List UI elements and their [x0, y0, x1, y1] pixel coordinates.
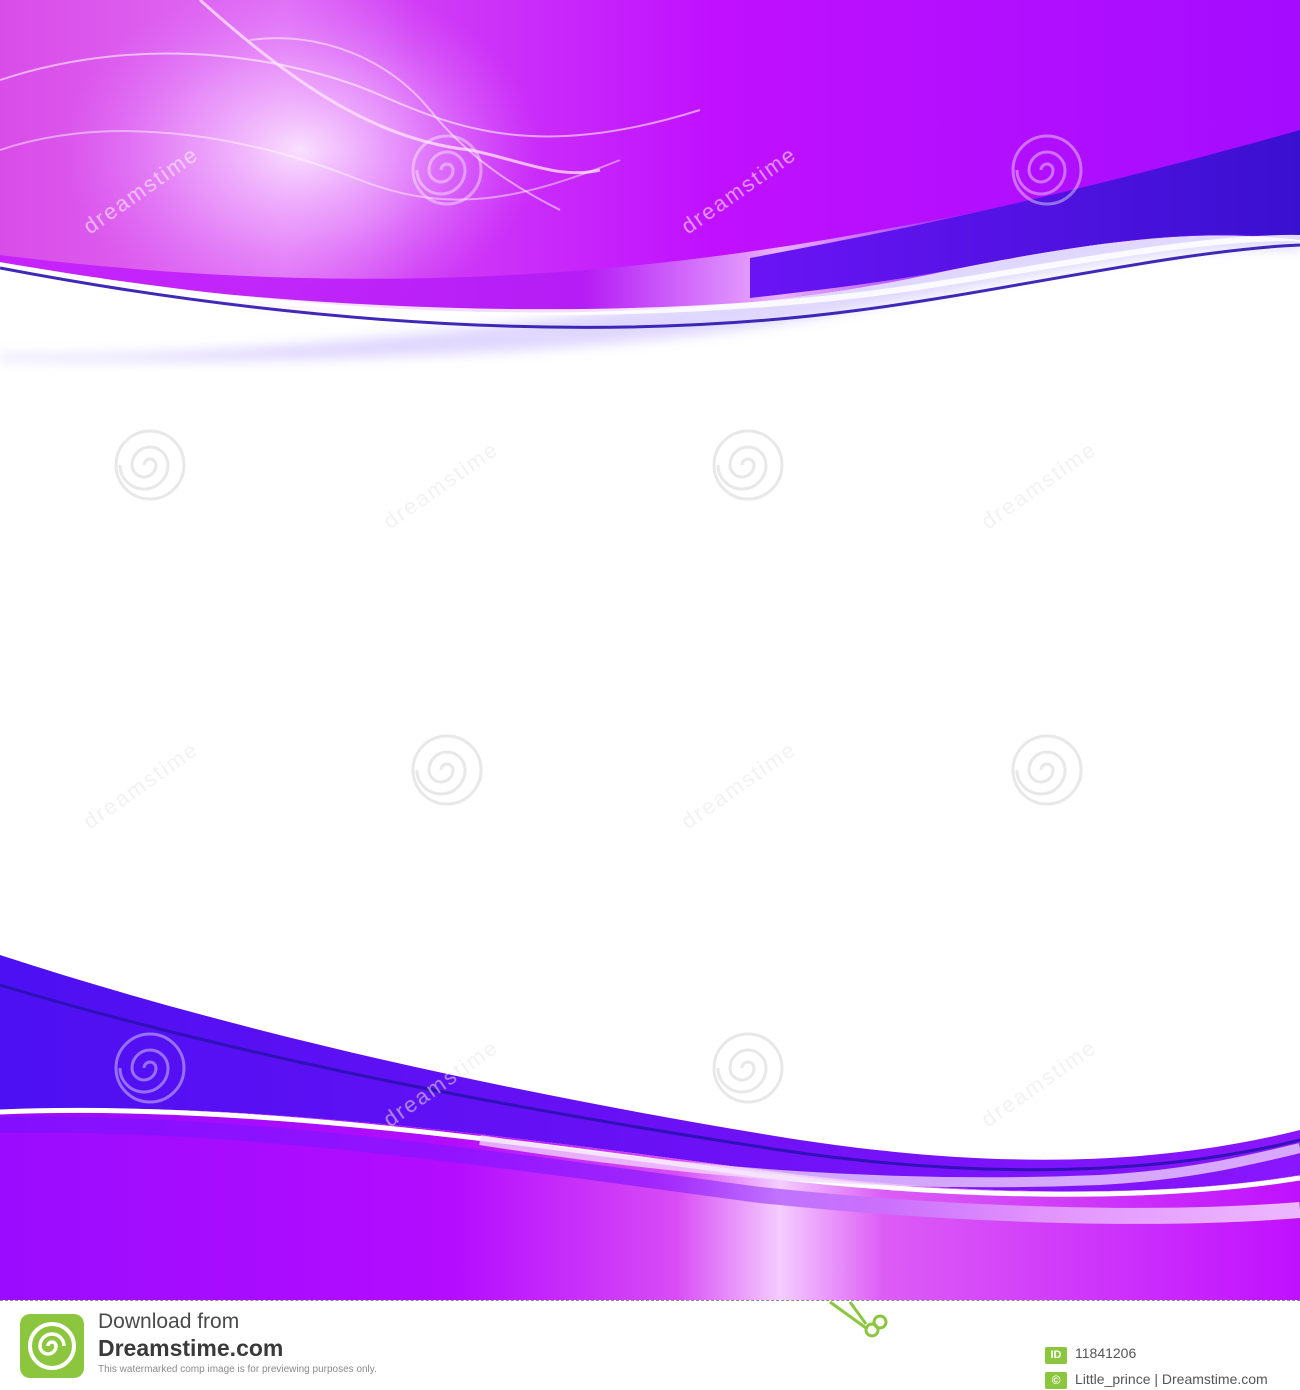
brand-name[interactable]: Dreamstime.com: [98, 1335, 283, 1362]
purple-wave-artwork: dreamstime dreamstime dreamstime dreamst…: [0, 0, 1300, 1300]
dreamstime-footer: Download from Dreamstime.com This waterm…: [0, 1300, 1300, 1390]
dashed-divider: [0, 1300, 1300, 1301]
dreamstime-logo-icon: [20, 1314, 84, 1378]
id-badge: ID: [1045, 1347, 1067, 1364]
author-credit[interactable]: Little_prince | Dreamstime.com: [1075, 1371, 1268, 1387]
image-id: 11841206: [1075, 1345, 1137, 1361]
copyright-icon: ©: [1045, 1372, 1067, 1389]
preview-disclaimer: This watermarked comp image is for previ…: [98, 1364, 377, 1375]
download-label: Download from: [98, 1310, 240, 1333]
stock-image-page: dreamstime dreamstime dreamstime dreamst…: [0, 0, 1300, 1390]
scissors-icon: [829, 1300, 888, 1338]
